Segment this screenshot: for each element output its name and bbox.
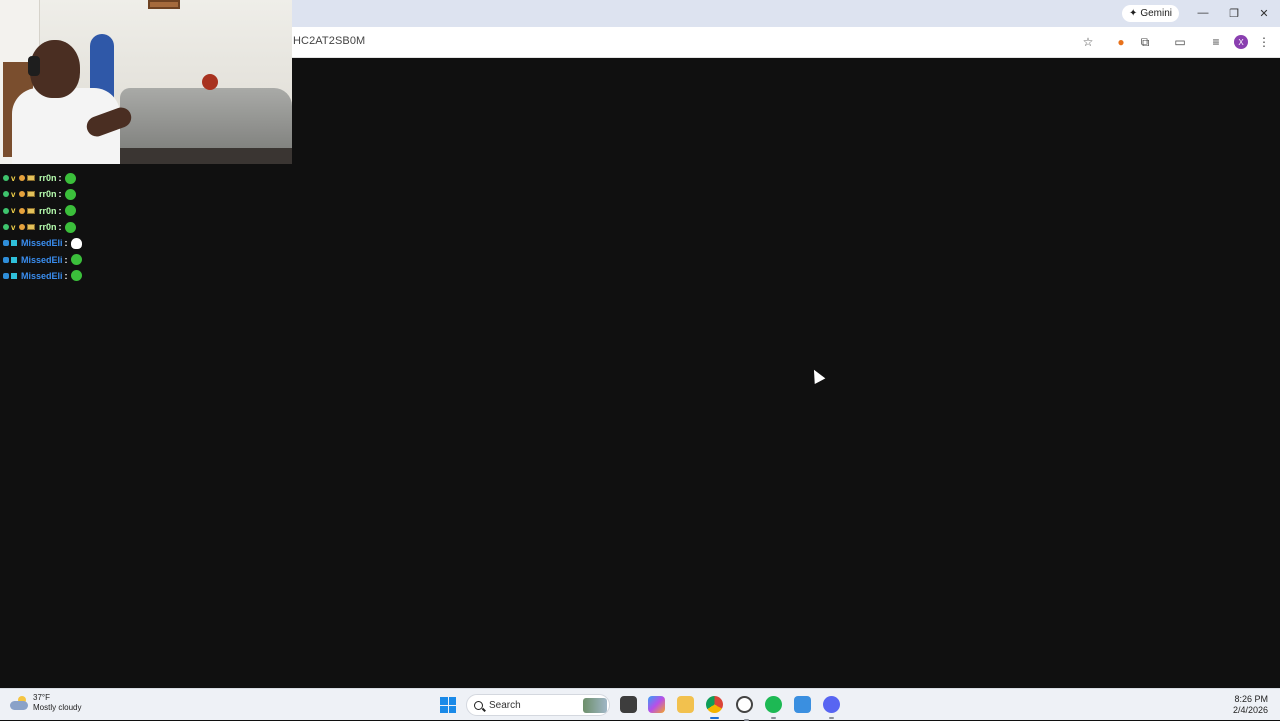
chat-message: v rr0n : xyxy=(3,170,293,186)
task-view-icon[interactable] xyxy=(620,696,637,713)
chat-username: rr0n xyxy=(39,189,57,200)
page-content xyxy=(292,58,1280,688)
webcam-overlay xyxy=(0,0,292,164)
notepad-icon[interactable] xyxy=(794,696,811,713)
chat-message: v rr0n : xyxy=(3,186,293,202)
chat-username: rr0n xyxy=(39,205,57,216)
chat-username: MissedEli xyxy=(21,270,63,281)
leaf-emote-icon xyxy=(70,270,82,282)
leaf-emote-icon xyxy=(64,221,76,233)
chat-badge-icon xyxy=(19,191,25,198)
chat-message: v rr0n : xyxy=(3,219,293,235)
leaf-emote-icon xyxy=(70,254,82,266)
leaf-emote-icon xyxy=(64,188,76,200)
chat-badge-icon xyxy=(19,175,25,182)
browser-toolbar: HC2AT2SB0M ☆ ● ⧉ ▭ ≡ ⋮ xyxy=(292,27,1280,58)
chat-username: MissedEli xyxy=(21,238,63,249)
copilot-icon[interactable] xyxy=(648,696,665,713)
discord-icon[interactable] xyxy=(823,696,840,719)
system-clock[interactable]: 8:26 PM 2/4/2026 xyxy=(1233,694,1268,716)
chat-username: rr0n xyxy=(39,173,57,184)
chat-colon: : xyxy=(64,254,68,265)
chat-colon: : xyxy=(64,238,68,249)
chat-colon: : xyxy=(58,189,62,200)
webcam-ball xyxy=(202,74,218,90)
search-placeholder: Search xyxy=(489,699,521,711)
chat-message: MissedEli : xyxy=(3,268,293,284)
start-button[interactable] xyxy=(440,697,456,713)
chat-message: v rr0n : xyxy=(3,203,293,219)
taskbar: 37°F Mostly cloudy Search 8:26 PM 2/4/20… xyxy=(0,688,1280,721)
search-highlight-image xyxy=(583,698,607,713)
webcam-bed-frame xyxy=(118,148,292,164)
sparkle-icon: ✦ xyxy=(1128,8,1138,19)
chat-badge-icon xyxy=(27,207,35,214)
close-button[interactable]: ✕ xyxy=(1253,4,1275,22)
chat-badge-icon xyxy=(11,240,17,247)
obs-icon[interactable] xyxy=(736,696,753,721)
file-explorer-icon[interactable] xyxy=(677,696,694,713)
chat-badge-icon xyxy=(3,175,9,182)
chat-badge-icon xyxy=(3,191,9,198)
cloudy-weather-icon xyxy=(10,695,28,711)
cast-search-icon[interactable]: ▭ xyxy=(1172,34,1188,50)
menu-kebab-icon[interactable]: ⋮ xyxy=(1256,34,1272,50)
chat-badge-icon: v xyxy=(11,173,16,183)
chat-colon: : xyxy=(64,270,68,281)
leaf-emote-icon xyxy=(64,205,76,217)
minimize-button[interactable]: — xyxy=(1192,4,1214,22)
profile-avatar[interactable]: X xyxy=(1234,35,1248,49)
chat-badge-icon xyxy=(19,224,25,231)
restore-button[interactable]: ❐ xyxy=(1223,4,1245,22)
chat-badge-icon: v xyxy=(11,222,16,232)
chat-badge-icon xyxy=(19,207,25,214)
chat-badge-icon xyxy=(27,175,35,182)
gemini-label: Gemini xyxy=(1140,8,1173,19)
gemini-button[interactable]: ✦ Gemini xyxy=(1122,5,1179,22)
chat-badge-icon: v xyxy=(11,206,16,216)
chat-badge-icon: v xyxy=(11,189,16,199)
leaf-emote-icon xyxy=(64,172,76,184)
browser-window: ✦ Gemini — ❐ ✕ HC2AT2SB0M ☆ ● ⧉ ▭ ≡ ⋮ X xyxy=(292,0,1280,688)
chrome-icon[interactable] xyxy=(706,696,723,719)
chat-colon: : xyxy=(58,173,62,184)
webcam-headset xyxy=(28,56,40,76)
search-icon xyxy=(474,700,483,710)
chat-message: MissedEli : xyxy=(3,235,293,251)
weather-temperature: 37°F xyxy=(33,693,50,702)
spotify-icon[interactable] xyxy=(765,696,782,719)
extension-cookie-icon[interactable]: ● xyxy=(1113,34,1129,50)
bookmark-star-icon[interactable]: ☆ xyxy=(1080,34,1096,50)
media-controls-icon[interactable]: ≡ xyxy=(1208,34,1224,50)
tab-strip: ✦ Gemini — ❐ ✕ xyxy=(292,0,1280,27)
webcam-picture-frame xyxy=(148,0,180,9)
chat-badge-icon xyxy=(27,191,35,198)
chat-message: MissedEli : xyxy=(3,251,293,267)
ghost-emote-icon xyxy=(70,237,82,249)
weather-description: Mostly cloudy xyxy=(33,703,82,712)
chat-badge-icon xyxy=(3,272,9,279)
taskbar-search[interactable]: Search xyxy=(466,694,610,716)
extensions-puzzle-icon[interactable]: ⧉ xyxy=(1137,34,1153,50)
chat-badge-icon xyxy=(11,272,17,279)
chat-badge-icon xyxy=(11,256,17,263)
chat-badge-icon xyxy=(3,240,9,247)
desktop: ✦ Gemini — ❐ ✕ HC2AT2SB0M ☆ ● ⧉ ▭ ≡ ⋮ X xyxy=(0,0,1280,721)
chat-username: MissedEli xyxy=(21,254,63,265)
address-bar[interactable]: HC2AT2SB0M xyxy=(293,35,365,47)
chat-badge-icon xyxy=(27,224,35,231)
chat-colon: : xyxy=(58,222,62,233)
chat-username: rr0n xyxy=(39,222,57,233)
chat-overlay: v rr0n : v rr0n : v rr0n : v rr0n: Miss… xyxy=(3,170,293,284)
chat-badge-icon xyxy=(3,256,9,263)
chat-colon: : xyxy=(58,205,62,216)
chat-badge-icon xyxy=(3,207,9,214)
weather-widget[interactable]: 37°F Mostly cloudy xyxy=(10,693,81,713)
clock-date: 2/4/2026 xyxy=(1232,705,1268,715)
clock-time: 8:26 PM xyxy=(1234,694,1268,704)
chat-badge-icon xyxy=(3,224,9,231)
